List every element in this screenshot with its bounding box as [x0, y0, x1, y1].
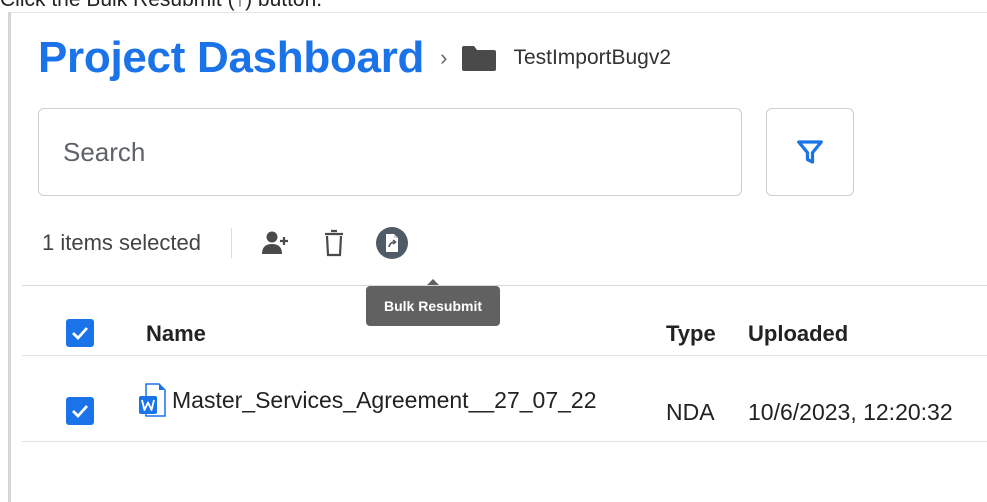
row-divider [22, 355, 987, 356]
column-header-uploaded[interactable]: Uploaded [748, 321, 848, 347]
file-type: NDA [666, 399, 715, 425]
column-header-type[interactable]: Type [666, 321, 716, 347]
bulk-resubmit-tooltip: Bulk Resubmit [366, 279, 500, 326]
search-field[interactable] [38, 108, 742, 196]
bulk-resubmit-icon [375, 227, 408, 259]
folder-icon [461, 44, 497, 72]
check-icon [72, 405, 89, 419]
file-uploaded: 10/6/2023, 12:20:32 [748, 399, 953, 425]
table-divider [22, 285, 987, 286]
breadcrumb-separator: › [440, 45, 448, 70]
row-divider [22, 441, 987, 442]
bulk-resubmit-button[interactable] [374, 225, 410, 261]
page-header: Project Dashboard › TestImportBugv2 [38, 30, 671, 86]
column-header-name[interactable]: Name [146, 321, 206, 347]
table-row-file[interactable]: Master_Services_Agreement__27_07_22 [138, 383, 597, 417]
check-icon [72, 327, 89, 341]
toolbar-divider [230, 228, 232, 258]
add-user-icon[interactable] [258, 225, 294, 261]
instruction-text: Click the Bulk Resubmit (↑) button. [0, 0, 322, 12]
file-name[interactable]: Master_Services_Agreement__27_07_22 [172, 387, 597, 414]
breadcrumb-folder[interactable]: TestImportBugv2 [513, 46, 671, 70]
filter-button[interactable] [766, 108, 854, 196]
word-doc-icon [138, 383, 166, 417]
selected-count: 1 items selected [42, 230, 201, 255]
trash-icon[interactable] [316, 225, 352, 261]
filter-icon [797, 140, 823, 164]
selection-toolbar: 1 items selected [42, 225, 432, 261]
page-title: Project Dashboard [38, 33, 425, 82]
select-all-checkbox[interactable] [66, 319, 94, 347]
row-checkbox[interactable] [66, 397, 94, 425]
search-input[interactable] [63, 109, 741, 195]
